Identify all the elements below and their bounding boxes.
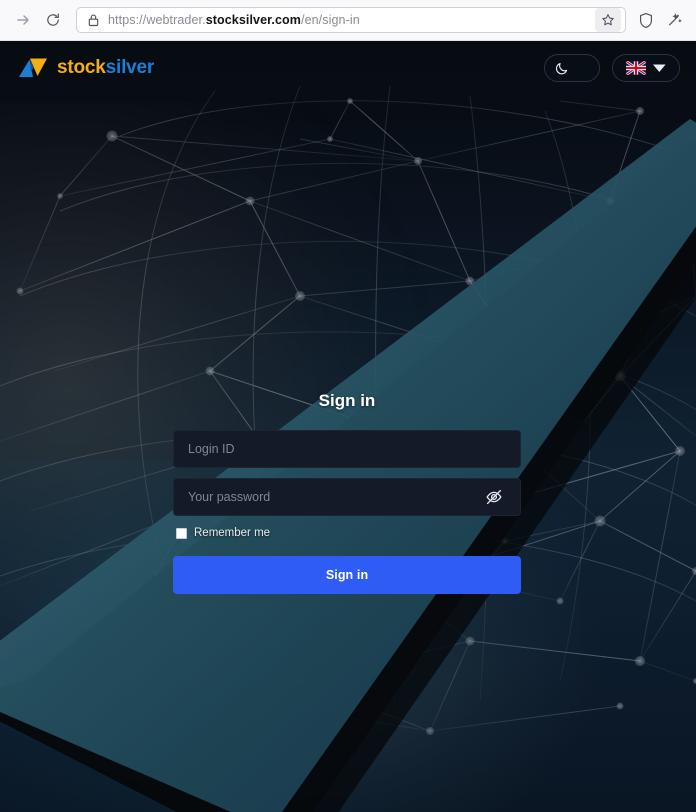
signin-button[interactable]: Sign in: [173, 556, 521, 594]
eye-off-icon[interactable]: [482, 485, 506, 509]
chevron-down-icon: [652, 64, 666, 72]
star-icon[interactable]: [595, 8, 621, 32]
login-id-placeholder: Login ID: [188, 442, 235, 456]
web-page: stocksilver Sign in Login ID Your passwo…: [0, 41, 696, 812]
remember-me-label: Remember me: [194, 527, 271, 539]
dark-mode-toggle[interactable]: [544, 54, 600, 82]
remember-me-row[interactable]: Remember me: [176, 527, 521, 539]
lock-icon[interactable]: [87, 13, 100, 27]
brand-name: stocksilver: [57, 57, 155, 78]
page-title: Sign in: [318, 391, 376, 410]
remember-me-checkbox[interactable]: [176, 527, 187, 539]
signin-form: Sign in Login ID Your password Remember …: [173, 391, 521, 594]
password-placeholder: Your password: [188, 490, 271, 504]
url-text: https://webtrader.stocksilver.com/en/sig…: [108, 13, 360, 27]
login-id-field[interactable]: Login ID: [173, 430, 521, 468]
reload-button[interactable]: [38, 5, 68, 35]
sparkle-wand-icon[interactable]: [660, 6, 688, 34]
stocksilver-triangles-logo: [19, 58, 47, 77]
shield-icon[interactable]: [632, 6, 660, 34]
uk-flag: [625, 61, 646, 75]
site-header: stocksilver: [0, 41, 696, 95]
browser-toolbar: https://webtrader.stocksilver.com/en/sig…: [0, 0, 696, 41]
password-field[interactable]: Your password: [173, 478, 521, 516]
moon-icon: [555, 63, 568, 75]
signin-button-label: Sign in: [325, 568, 369, 582]
forward-button[interactable]: [8, 5, 38, 35]
language-selector[interactable]: [612, 54, 680, 82]
header-controls: [544, 54, 680, 82]
address-bar[interactable]: https://webtrader.stocksilver.com/en/sig…: [76, 7, 626, 33]
brand-logo[interactable]: stocksilver: [16, 56, 154, 80]
